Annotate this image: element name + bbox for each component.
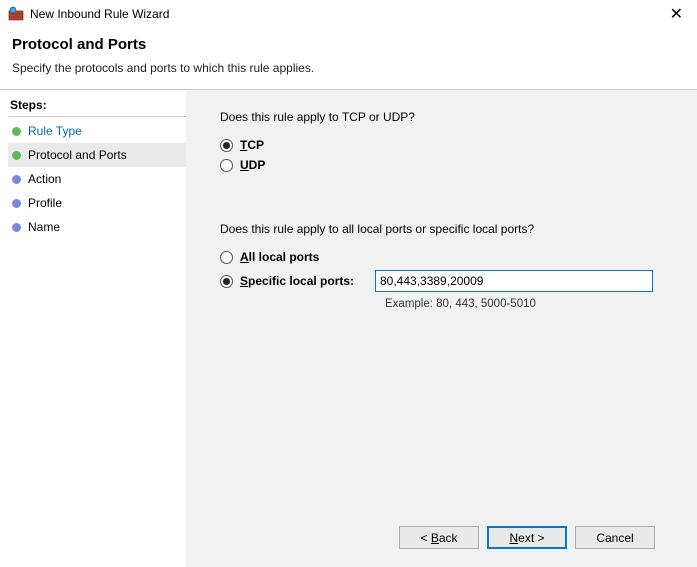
main-panel: Does this rule apply to TCP or UDP? TCP …: [186, 90, 697, 567]
ports-example: Example: 80, 443, 5000-5010: [385, 298, 673, 310]
radio-specific-local-ports[interactable]: Specific local ports:: [220, 270, 673, 292]
step-name[interactable]: Name: [8, 215, 186, 239]
radio-input-udp[interactable]: [220, 159, 233, 172]
radio-tcp[interactable]: TCP: [220, 138, 673, 152]
protocol-question: Does this rule apply to TCP or UDP?: [220, 110, 673, 124]
close-icon[interactable]: ✕: [664, 4, 689, 24]
page-subtitle: Specify the protocols and ports to which…: [12, 61, 685, 75]
step-label: Profile: [28, 196, 62, 210]
steps-heading: Steps:: [8, 98, 186, 117]
step-label: Protocol and Ports: [28, 148, 127, 162]
main-body: Does this rule apply to TCP or UDP? TCP …: [220, 110, 673, 512]
step-label: Action: [28, 172, 61, 186]
step-bullet-icon: [12, 223, 21, 232]
back-button[interactable]: < Back: [399, 526, 479, 549]
cancel-button[interactable]: Cancel: [575, 526, 655, 549]
radio-label-specific-ports: Specific local ports:: [240, 274, 354, 288]
step-bullet-icon: [12, 199, 21, 208]
window-title: New Inbound Rule Wizard: [30, 7, 169, 21]
page-title: Protocol and Ports: [12, 36, 685, 53]
specific-ports-input[interactable]: [375, 270, 653, 292]
radio-input-specific-ports[interactable]: [220, 275, 233, 288]
content-area: Steps: Rule Type Protocol and Ports Acti…: [0, 90, 697, 567]
step-action[interactable]: Action: [8, 167, 186, 191]
step-rule-type[interactable]: Rule Type: [8, 119, 186, 143]
wizard-header: Protocol and Ports Specify the protocols…: [0, 26, 697, 89]
step-bullet-icon: [12, 151, 21, 160]
step-profile[interactable]: Profile: [8, 191, 186, 215]
titlebar-left: New Inbound Rule Wizard: [8, 6, 169, 22]
step-protocol-and-ports[interactable]: Protocol and Ports: [8, 143, 186, 167]
radio-udp[interactable]: UDP: [220, 158, 673, 172]
radio-label-all-ports: All local ports: [240, 250, 319, 264]
step-bullet-icon: [12, 127, 21, 136]
steps-sidebar: Steps: Rule Type Protocol and Ports Acti…: [0, 90, 186, 567]
radio-input-all-ports[interactable]: [220, 251, 233, 264]
radio-label-tcp: TCP: [240, 138, 264, 152]
wizard-footer: < Back Next > Cancel: [220, 512, 673, 567]
step-label: Name: [28, 220, 60, 234]
ports-question: Does this rule apply to all local ports …: [220, 222, 673, 236]
step-bullet-icon: [12, 175, 21, 184]
firewall-icon: [8, 6, 24, 22]
radio-all-local-ports[interactable]: All local ports: [220, 250, 673, 264]
radio-label-udp: UDP: [240, 158, 265, 172]
next-button[interactable]: Next >: [487, 526, 567, 549]
radio-input-tcp[interactable]: [220, 139, 233, 152]
titlebar: New Inbound Rule Wizard ✕: [0, 0, 697, 26]
step-label: Rule Type: [28, 124, 82, 138]
